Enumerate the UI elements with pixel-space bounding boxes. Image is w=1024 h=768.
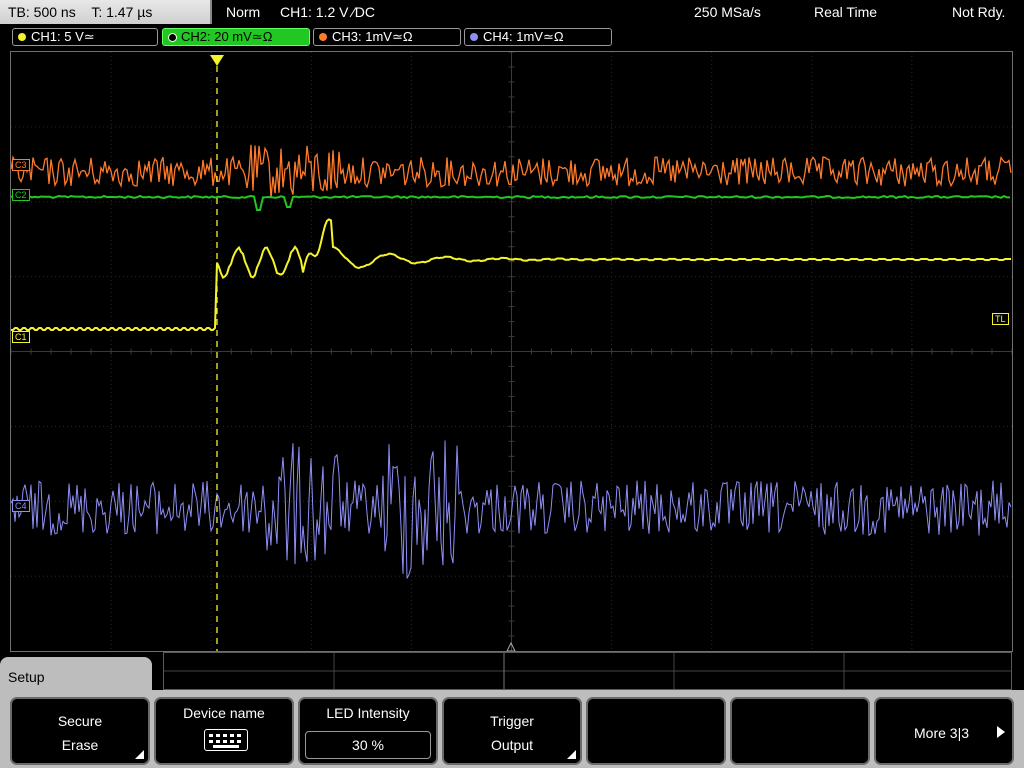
- ch3-label: CH3: 1mV≃Ω: [332, 29, 413, 44]
- acquisition-status: Not Rdy.: [952, 4, 1006, 20]
- trigger-time-value: T: 1.47 µs: [91, 4, 153, 20]
- acquisition-mode: Real Time: [814, 4, 878, 20]
- trigger-info[interactable]: CH1: 1.2 V ∕DC: [280, 0, 375, 24]
- ch4-offset-marker[interactable]: C4: [12, 500, 30, 512]
- device-name-button[interactable]: Device name: [154, 697, 294, 765]
- ch1-label: CH1: 5 V≃: [31, 29, 95, 44]
- channel-tab-ch2[interactable]: CH2: 20 mV≃Ω: [162, 28, 310, 46]
- led-intensity-button[interactable]: LED Intensity 30 %: [298, 697, 438, 765]
- ch1-offset-marker[interactable]: C1: [12, 331, 30, 343]
- ch2-label: CH2: 20 mV≃Ω: [181, 29, 273, 44]
- menu-tab-setup[interactable]: Setup: [0, 657, 152, 697]
- timebase-box[interactable]: TB: 500 ns T: 1.47 µs: [0, 0, 212, 24]
- submenu-corner-icon: [567, 750, 576, 759]
- timebase-value: TB: 500 ns: [8, 4, 76, 20]
- ch3-offset-marker[interactable]: C3: [12, 159, 30, 171]
- ch2-waveform: [11, 194, 1010, 211]
- channel-tab-ch1[interactable]: CH1: 5 V≃: [12, 28, 158, 46]
- graticule-grid: [11, 52, 1012, 651]
- memory-timeline: [163, 652, 1012, 690]
- submenu-corner-icon: [135, 750, 144, 759]
- ch3-color-dot: [319, 33, 327, 41]
- sample-rate: 250 MSa/s: [694, 4, 761, 20]
- secure-erase-label-1: Secure: [57, 713, 103, 729]
- trigger-output-label-1: Trigger: [490, 713, 534, 729]
- secure-erase-label-2: Erase: [61, 737, 99, 753]
- trigger-position-marker: [210, 55, 224, 66]
- ch2-color-dot: [168, 33, 177, 42]
- channel-tab-ch3[interactable]: CH3: 1mV≃Ω: [313, 28, 461, 46]
- led-intensity-value[interactable]: 30 %: [305, 731, 431, 759]
- ch4-color-dot: [470, 33, 478, 41]
- led-intensity-label: LED Intensity: [326, 705, 410, 721]
- channel-tab-ch4[interactable]: CH4: 1mV≃Ω: [464, 28, 612, 46]
- menu-tab-label: Setup: [8, 669, 45, 685]
- more-button[interactable]: More 3|3: [874, 697, 1014, 765]
- waveform-canvas: [11, 52, 1012, 651]
- ch2-offset-marker[interactable]: C2: [12, 189, 30, 201]
- ch1-color-dot: [18, 33, 26, 41]
- trigger-output-label-2: Output: [490, 737, 534, 753]
- status-bar: TB: 500 ns T: 1.47 µs Norm CH1: 1.2 V ∕D…: [0, 0, 1024, 25]
- next-page-icon: [997, 726, 1005, 738]
- waveform-display[interactable]: C3 C2 C1 C4 TL: [10, 51, 1013, 652]
- trigger-mode[interactable]: Norm: [226, 0, 260, 24]
- timeline-graph: [164, 653, 1011, 689]
- softkey-empty-5[interactable]: [586, 697, 726, 765]
- keyboard-icon: [204, 729, 248, 751]
- trigger-level-marker[interactable]: TL: [992, 313, 1009, 325]
- trigger-output-button[interactable]: Trigger Output: [442, 697, 582, 765]
- ch4-label: CH4: 1mV≃Ω: [483, 29, 564, 44]
- device-name-label: Device name: [183, 705, 265, 721]
- softkey-empty-6[interactable]: [730, 697, 870, 765]
- secure-erase-button[interactable]: Secure Erase: [10, 697, 150, 765]
